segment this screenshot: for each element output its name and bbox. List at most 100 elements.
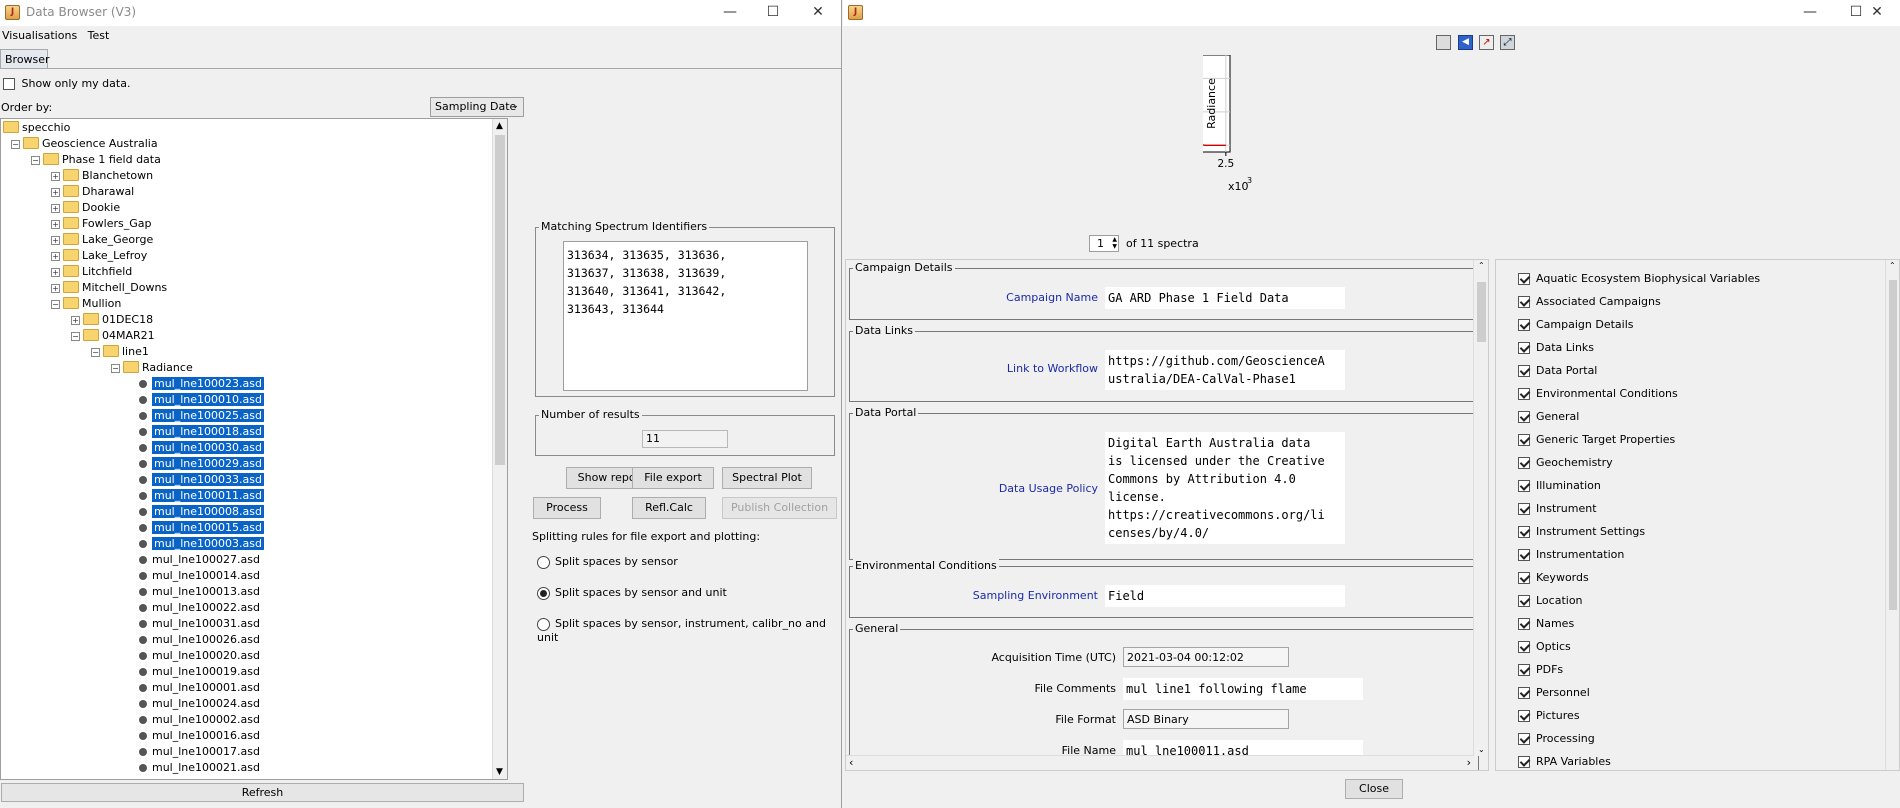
category-item[interactable]: Optics — [1518, 637, 1571, 656]
expand-icon[interactable]: + — [71, 316, 80, 325]
category-item[interactable]: Associated Campaigns — [1518, 292, 1661, 311]
category-checkbox[interactable] — [1518, 480, 1530, 492]
category-item[interactable]: Illumination — [1518, 476, 1601, 495]
split-full-radio[interactable] — [537, 617, 550, 631]
category-item[interactable]: Generic Target Properties — [1518, 430, 1675, 449]
tree-site[interactable]: − Mullion — [51, 296, 121, 312]
file-export-button[interactable]: File export — [632, 467, 714, 489]
category-item[interactable]: Data Portal — [1518, 361, 1597, 380]
link-to-workflow-value[interactable]: https://github.com/GeoscienceA ustralia/… — [1105, 350, 1345, 390]
report-scroll-thumb[interactable] — [1477, 282, 1486, 342]
expand-icon[interactable]: + — [51, 220, 60, 229]
tree-file[interactable]: mul_lne100013.asd — [139, 584, 260, 600]
expand-icon[interactable]: + — [51, 268, 60, 277]
tree-file-selected[interactable]: mul_lne100011.asd — [139, 488, 264, 504]
category-checkbox[interactable] — [1518, 503, 1530, 515]
zoom-icon[interactable]: ↗ — [1479, 35, 1494, 50]
tree-file[interactable]: mul_lne100016.asd — [139, 728, 260, 744]
category-item[interactable]: Processing — [1518, 729, 1595, 748]
category-checkbox[interactable] — [1518, 434, 1530, 446]
tree-file[interactable]: mul_lne100022.asd — [139, 600, 260, 616]
tree-file[interactable]: mul_lne100027.asd — [139, 552, 260, 568]
tree-file[interactable]: mul_lne100020.asd — [139, 648, 260, 664]
tree-site[interactable]: + Lake_George — [51, 232, 153, 248]
tree-file-selected[interactable]: mul_lne100008.asd — [139, 504, 264, 520]
scroll-down-icon[interactable]: ⌄ — [1478, 745, 1485, 754]
category-checkbox[interactable] — [1518, 618, 1530, 630]
tree-site[interactable]: + Dharawal — [51, 184, 134, 200]
category-item[interactable]: Geochemistry — [1518, 453, 1613, 472]
category-checkbox[interactable] — [1518, 641, 1530, 653]
tree-file[interactable]: mul_lne100002.asd — [139, 712, 260, 728]
category-checkbox[interactable] — [1518, 296, 1530, 308]
tree-file-selected[interactable]: mul_lne100018.asd — [139, 424, 264, 440]
split-sensor-unit-radio[interactable] — [537, 586, 550, 600]
tree-file[interactable]: mul_lne100031.asd — [139, 616, 260, 632]
tree-file-selected[interactable]: mul_lne100029.asd — [139, 456, 264, 472]
category-item[interactable]: Instrumentation — [1518, 545, 1624, 564]
category-item[interactable]: Instrument — [1518, 499, 1597, 518]
category-checkbox[interactable] — [1518, 710, 1530, 722]
tree-site[interactable]: + Blanchetown — [51, 168, 153, 184]
show-only-my-data-checkbox[interactable] — [3, 78, 15, 90]
maximize-icon[interactable]: ☐ — [750, 0, 796, 26]
expand-icon[interactable]: + — [51, 188, 60, 197]
campaign-name-value[interactable]: GA ARD Phase 1 Field Data — [1105, 287, 1345, 309]
tab-browser[interactable]: Browser — [0, 49, 50, 69]
tree-scrollbar[interactable]: ▲ ▼ — [492, 119, 507, 779]
collapse-icon[interactable]: − — [11, 140, 20, 149]
category-item[interactable]: Keywords — [1518, 568, 1589, 587]
reset-zoom-icon[interactable]: ◀ — [1458, 35, 1473, 50]
category-checkbox[interactable] — [1518, 595, 1530, 607]
tree-line[interactable]: − line1 — [91, 344, 149, 360]
category-item[interactable]: Instrument Settings — [1518, 522, 1645, 541]
expand-icon[interactable]: + — [51, 236, 60, 245]
tree-file-selected[interactable]: mul_lne100030.asd — [139, 440, 264, 456]
report-vscroll[interactable]: ⌃ ⌄ — [1473, 260, 1488, 756]
collapse-icon[interactable]: − — [111, 364, 120, 373]
category-checkbox[interactable] — [1518, 687, 1530, 699]
split-option-sensor[interactable]: Split spaces by sensor — [537, 555, 678, 569]
save-icon[interactable] — [1436, 35, 1451, 50]
tree-site[interactable]: + Mitchell_Downs — [51, 280, 167, 296]
collapse-icon[interactable]: − — [31, 156, 40, 165]
tree-file-selected[interactable]: mul_lne100025.asd — [139, 408, 264, 424]
data-tree[interactable]: ▲ ▼ specchio − Geoscience Australia − Phase … — [0, 118, 508, 780]
category-checkbox[interactable] — [1518, 457, 1530, 469]
tree-site[interactable]: + Dookie — [51, 200, 120, 216]
category-checkbox[interactable] — [1518, 664, 1530, 676]
fullscreen-icon[interactable]: ⤢ — [1500, 35, 1515, 50]
tree-file[interactable]: mul_lne100019.asd — [139, 664, 260, 680]
tree-file-selected[interactable]: mul_lne100015.asd — [139, 520, 264, 536]
category-checkbox[interactable] — [1518, 526, 1530, 538]
category-item[interactable]: Names — [1518, 614, 1574, 633]
category-checkbox[interactable] — [1518, 342, 1530, 354]
category-item[interactable]: Aquatic Ecosystem Biophysical Variables — [1518, 269, 1760, 288]
tree-date[interactable]: +01DEC18 — [71, 312, 153, 328]
expand-icon[interactable]: + — [51, 172, 60, 181]
category-checkbox[interactable] — [1518, 549, 1530, 561]
category-checkbox[interactable] — [1518, 365, 1530, 377]
minimize-icon[interactable]: — — [707, 0, 753, 26]
spinner-arrows-icon[interactable]: ▲ ▼ — [1112, 236, 1117, 250]
process-button[interactable]: Process — [533, 497, 601, 519]
category-item[interactable]: Pictures — [1518, 706, 1580, 725]
tree-phase[interactable]: − Phase 1 field data — [31, 152, 161, 168]
tree-file-selected[interactable]: mul_lne100033.asd — [139, 472, 264, 488]
minimize-icon[interactable]: — — [1787, 0, 1833, 26]
scroll-up-icon[interactable]: ▲ — [496, 121, 503, 131]
tree-measurement[interactable]: − Radiance — [111, 360, 193, 376]
menu-test[interactable]: Test — [86, 26, 115, 42]
scroll-up-icon[interactable]: ⌃ — [1889, 261, 1896, 270]
sampling-environment-value[interactable]: Field — [1105, 585, 1345, 607]
tree-file[interactable]: mul_lne100001.asd — [139, 680, 260, 696]
tree-file[interactable]: mul_lne100021.asd — [139, 760, 260, 776]
scroll-right-icon[interactable]: › — [1467, 756, 1471, 769]
category-item[interactable]: Personnel — [1518, 683, 1590, 702]
category-item[interactable]: Data Links — [1518, 338, 1594, 357]
tree-site[interactable]: + Litchfield — [51, 264, 132, 280]
tree-file[interactable]: mul_lne100014.asd — [139, 568, 260, 584]
publish-collection-button[interactable]: Publish Collection — [722, 497, 837, 519]
category-item[interactable]: Environmental Conditions — [1518, 384, 1678, 403]
category-checkbox[interactable] — [1518, 756, 1530, 768]
